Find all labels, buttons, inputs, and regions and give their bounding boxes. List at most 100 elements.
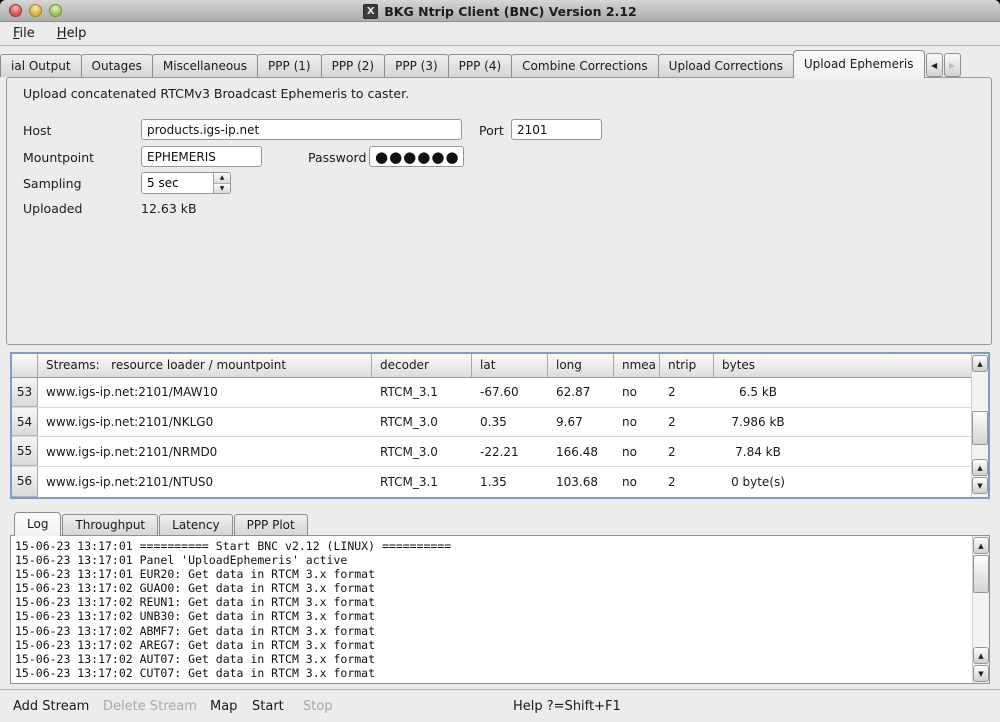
arrow-down-icon: ▼ (978, 670, 983, 678)
host-input[interactable] (141, 119, 462, 140)
arrow-up-icon: ▲ (977, 360, 982, 368)
log-line: 15-06-23 13:17:02 CUT07: Get data in RTC… (15, 666, 972, 680)
log-text[interactable]: 15-06-23 13:17:01 ========== Start BNC v… (11, 536, 972, 683)
cell-resource: www.igs-ip.net:2101/NRMD0 (38, 437, 372, 466)
title-group: X BKG Ntrip Client (BNC) Version 2.12 (0, 0, 1000, 22)
arrow-up-icon: ▲ (220, 174, 225, 181)
tab-ppp-2[interactable]: PPP (2) (321, 54, 386, 77)
cell-nmea: no (614, 467, 660, 497)
password-input[interactable] (369, 146, 464, 167)
table-row[interactable]: 54 www.igs-ip.net:2101/NKLG0 RTCM_3.0 0.… (12, 408, 971, 438)
uploaded-label: Uploaded (23, 201, 82, 216)
menu-bar: File Help (0, 22, 1000, 46)
upload-ephemeris-panel: Upload concatenated RTCMv3 Broadcast Eph… (6, 77, 992, 345)
tab-ppp-4[interactable]: PPP (4) (448, 54, 513, 77)
cell-nmea: no (614, 437, 660, 466)
x11-app-icon: X (363, 4, 378, 19)
tab-serial-output[interactable]: ial Output (0, 54, 82, 77)
tab-scroll-left-button[interactable]: ◀ (926, 53, 943, 77)
sampling-spinbox[interactable]: ▲ ▼ (141, 172, 231, 194)
stop-button: Stop (303, 690, 333, 722)
delete-stream-button: Delete Stream (103, 690, 197, 722)
cell-nmea: no (614, 408, 660, 437)
scroll-down-button[interactable]: ▼ (972, 477, 988, 494)
table-row[interactable]: 53 www.igs-ip.net:2101/MAW10 RTCM_3.1 -6… (12, 378, 971, 408)
cell-bytes: 0 byte(s) (714, 467, 971, 497)
add-stream-button[interactable]: Add Stream (13, 690, 89, 722)
tab-upload-corrections[interactable]: Upload Corrections (658, 54, 794, 77)
cell-resource: www.igs-ip.net:2101/NKLG0 (38, 408, 372, 437)
cell-decoder: RTCM_3.1 (372, 378, 472, 407)
tab-miscellaneous[interactable]: Miscellaneous (152, 54, 258, 77)
scroll-down-button[interactable]: ▼ (973, 665, 989, 682)
log-tab-bar: Log Throughput Latency PPP Plot (14, 510, 309, 536)
cell-bytes: 7.986 kB (714, 408, 971, 437)
map-button[interactable]: Map (210, 690, 237, 722)
cell-decoder: RTCM_3.1 (372, 467, 472, 497)
cell-ntrip: 2 (660, 437, 714, 466)
password-label: Password (308, 150, 366, 165)
cell-ntrip: 2 (660, 408, 714, 437)
sampling-input[interactable] (142, 173, 213, 193)
cell-decoder: RTCM_3.0 (372, 437, 472, 466)
title-bar[interactable]: X BKG Ntrip Client (BNC) Version 2.12 (0, 0, 1000, 22)
log-line: 15-06-23 13:17:01 ========== Start BNC v… (15, 539, 972, 553)
spin-up-button[interactable]: ▲ (214, 173, 230, 184)
cell-long: 166.48 (548, 437, 614, 466)
cell-lat: 1.35 (472, 467, 548, 497)
header-bytes: bytes (714, 354, 971, 378)
spin-down-button[interactable]: ▼ (214, 184, 230, 194)
cell-lat: -22.21 (472, 437, 548, 466)
tab-outages[interactable]: Outages (81, 54, 153, 77)
mountpoint-input[interactable] (141, 146, 262, 167)
tab-latency[interactable]: Latency (159, 514, 232, 535)
menu-file[interactable]: File (10, 24, 38, 43)
log-line: 15-06-23 13:17:02 ABMF7: Get data in RTC… (15, 624, 972, 638)
row-number: 56 (12, 467, 38, 497)
table-row[interactable]: 56 www.igs-ip.net:2101/NTUS0 RTCM_3.1 1.… (12, 467, 971, 497)
mountpoint-label: Mountpoint (23, 150, 94, 165)
tab-ppp-3[interactable]: PPP (3) (384, 54, 449, 77)
tab-log[interactable]: Log (14, 512, 61, 536)
scroll-up-button[interactable]: ▲ (972, 355, 988, 372)
start-button[interactable]: Start (252, 690, 284, 722)
tab-ppp-plot[interactable]: PPP Plot (234, 514, 308, 535)
port-input[interactable] (511, 119, 602, 140)
tab-throughput[interactable]: Throughput (62, 514, 158, 535)
scroll-up-button[interactable]: ▲ (973, 537, 989, 554)
log-line: 15-06-23 13:17:01 Panel 'UploadEphemeris… (15, 553, 972, 567)
tab-upload-ephemeris[interactable]: Upload Ephemeris (793, 50, 925, 78)
menu-help[interactable]: Help (54, 24, 90, 43)
header-row-number (12, 354, 38, 378)
log-line: 15-06-23 13:17:01 EUR20: Get data in RTC… (15, 567, 972, 581)
cell-resource: www.igs-ip.net:2101/NTUS0 (38, 467, 372, 497)
tab-bar: ial Output Outages Miscellaneous PPP (1)… (0, 47, 1000, 78)
chevron-left-icon: ◀ (931, 61, 937, 70)
scrollbar-thumb[interactable] (973, 555, 989, 593)
scroll-up-button[interactable]: ▲ (973, 647, 989, 664)
cell-lat: 0.35 (472, 408, 548, 437)
scroll-up-button[interactable]: ▲ (972, 459, 988, 476)
arrow-up-icon: ▲ (978, 542, 983, 550)
app-window: X BKG Ntrip Client (BNC) Version 2.12 Fi… (0, 0, 1000, 722)
cell-ntrip: 2 (660, 467, 714, 497)
cell-nmea: no (614, 378, 660, 407)
cell-resource: www.igs-ip.net:2101/MAW10 (38, 378, 372, 407)
arrow-up-icon: ▲ (978, 652, 983, 660)
log-line: 15-06-23 13:17:02 GUAO0: Get data in RTC… (15, 581, 972, 595)
table-vertical-scrollbar[interactable]: ▲ ▲ ▼ (971, 354, 988, 497)
chevron-right-icon: ▶ (949, 61, 955, 70)
arrow-up-icon: ▲ (977, 464, 982, 472)
table-row[interactable]: 55 www.igs-ip.net:2101/NRMD0 RTCM_3.0 -2… (12, 437, 971, 467)
tab-combine-corrections[interactable]: Combine Corrections (511, 54, 659, 77)
log-line: 15-06-23 13:17:02 AUT07: Get data in RTC… (15, 652, 972, 666)
port-label: Port (479, 123, 504, 138)
tab-ppp-1[interactable]: PPP (1) (257, 54, 322, 77)
arrow-down-icon: ▼ (977, 482, 982, 490)
log-vertical-scrollbar[interactable]: ▲ ▲ ▼ (972, 536, 989, 683)
tab-scroll-buttons: ◀ ▶ (926, 53, 962, 77)
header-lat: lat (472, 354, 548, 378)
header-ntrip: ntrip (660, 354, 714, 378)
scrollbar-thumb[interactable] (972, 411, 988, 445)
cell-decoder: RTCM_3.0 (372, 408, 472, 437)
